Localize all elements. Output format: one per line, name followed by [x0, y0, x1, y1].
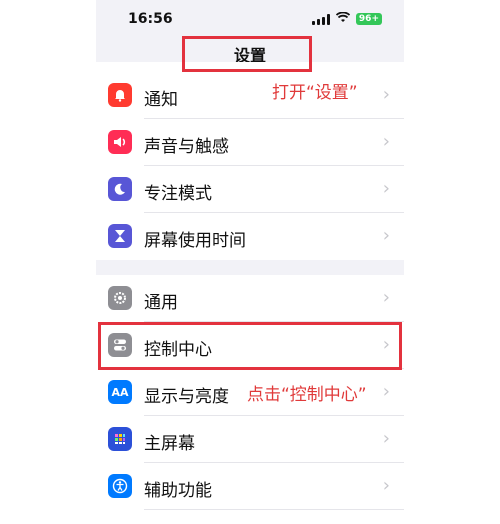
settings-row-label: 屏幕使用时间 — [144, 231, 246, 251]
accessibility-icon — [108, 474, 132, 498]
settings-row-label: 主屏幕 — [144, 434, 195, 454]
wifi-icon — [335, 11, 351, 26]
annotation-open-settings: 打开“设置” — [272, 83, 358, 103]
chevron-right-icon: › — [382, 225, 390, 246]
settings-group-1: 通知 › 声音与触感 › 专注模式 › 屏幕使用时间 › — [96, 62, 404, 260]
settings-screen: 16:56 96+ 设置 通知 › 声音与触感 › 专注模式 › 屏幕使用时间 … — [96, 0, 404, 524]
settings-row-partial[interactable] — [96, 510, 404, 524]
settings-row-label: 辅助功能 — [144, 481, 212, 501]
chevron-right-icon: › — [382, 381, 390, 402]
settings-row-focus[interactable]: 专注模式 › — [96, 166, 404, 213]
status-bar: 16:56 96+ — [96, 0, 404, 38]
bell-icon — [108, 83, 132, 107]
settings-row-general[interactable]: 通用 › — [96, 275, 404, 322]
chevron-right-icon: › — [382, 475, 390, 496]
signal-icon — [311, 13, 330, 25]
home-grid-icon — [108, 427, 132, 451]
chevron-right-icon: › — [382, 131, 390, 152]
settings-row-accessibility[interactable]: 辅助功能 › — [96, 463, 404, 510]
settings-row-sounds[interactable]: 声音与触感 › — [96, 119, 404, 166]
hourglass-icon — [108, 224, 132, 248]
settings-row-label: 通知 — [144, 90, 178, 110]
aa-icon: AA — [108, 380, 132, 404]
chevron-right-icon: › — [382, 428, 390, 449]
status-icons: 96+ — [311, 11, 382, 26]
control-center-highlight-box — [98, 322, 402, 370]
chevron-right-icon: › — [382, 287, 390, 308]
chevron-right-icon: › — [382, 84, 390, 105]
chevron-right-icon: › — [382, 178, 390, 199]
gear-icon — [108, 286, 132, 310]
settings-row-screen-time[interactable]: 屏幕使用时间 › — [96, 213, 404, 260]
moon-icon — [108, 177, 132, 201]
battery-icon: 96+ — [355, 13, 382, 25]
annotation-tap-control-center: 点击“控制中心” — [247, 385, 367, 405]
status-time: 16:56 — [128, 11, 173, 27]
title-highlight-box — [182, 36, 312, 72]
settings-row-label: 声音与触感 — [144, 137, 229, 157]
settings-row-notifications[interactable]: 通知 › — [96, 72, 404, 119]
settings-row-label: 专注模式 — [144, 184, 212, 204]
settings-row-label: 显示与亮度 — [144, 387, 229, 407]
speaker-icon — [108, 130, 132, 154]
settings-row-home-screen[interactable]: 主屏幕 › — [96, 416, 404, 463]
settings-row-label: 通用 — [144, 293, 178, 313]
